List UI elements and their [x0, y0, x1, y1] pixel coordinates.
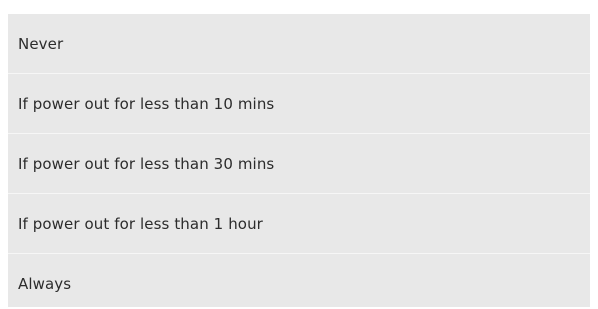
option-always[interactable]: Always — [8, 254, 590, 307]
option-less-than-10-mins[interactable]: If power out for less than 10 mins — [8, 74, 590, 133]
option-label: If power out for less than 30 mins — [18, 154, 275, 173]
option-label: If power out for less than 1 hour — [18, 214, 263, 233]
option-less-than-30-mins[interactable]: If power out for less than 30 mins — [8, 134, 590, 193]
option-label: Always — [18, 274, 72, 293]
options-list: Never If power out for less than 10 mins… — [8, 14, 590, 307]
option-label: If power out for less than 10 mins — [18, 94, 275, 113]
option-never[interactable]: Never — [8, 14, 590, 73]
option-less-than-1-hour[interactable]: If power out for less than 1 hour — [8, 194, 590, 253]
option-label: Never — [18, 34, 64, 53]
